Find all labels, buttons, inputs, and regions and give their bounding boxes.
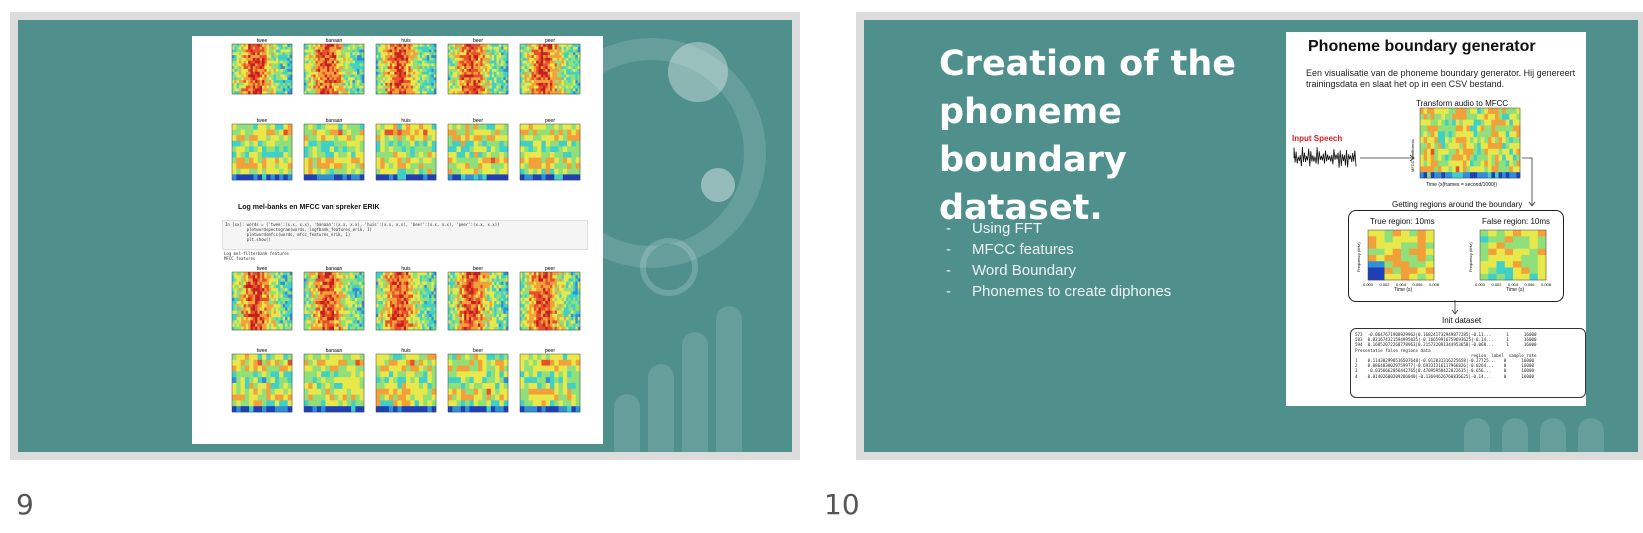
phoneme-boundary-figure: Phoneme boundary generator Een visualisa… (1286, 32, 1586, 406)
bullet-item: Using FFT (946, 218, 1171, 239)
spectrogram-plot (231, 123, 293, 181)
bullet-item: MFCC features (946, 239, 1171, 260)
spectrogram-plot (447, 43, 509, 95)
plot-word-label: twee (257, 38, 268, 44)
spectrogram-plot (303, 43, 365, 95)
spectrogram-plot (519, 123, 581, 181)
spectrogram-plot (519, 43, 581, 95)
decor-bar (716, 306, 742, 452)
spectrogram-plot (519, 271, 581, 331)
spectrogram-plot (231, 43, 293, 95)
spectrogram-plot (519, 353, 581, 413)
spectrogram-plot (303, 123, 365, 181)
slide-9: Log mel-banks en MFCC van spreker ERIK I… (18, 20, 792, 452)
spectrogram-plot (303, 271, 365, 331)
axis-label: MFCC coefficients (1410, 139, 1415, 172)
plot-word-label: twee (257, 118, 268, 124)
plot-word-label: huis (401, 348, 411, 354)
decor-bar (682, 332, 708, 452)
plot-word-label: banaan (326, 348, 343, 354)
false-region-label: False region: 10ms (1482, 217, 1551, 226)
plot-word-label: banaan (326, 118, 343, 124)
spectrogram-plot (303, 353, 365, 413)
spectrogram-plot (375, 43, 437, 95)
mfcc-xlabel: Time (x(frames = second/1000)) (1426, 182, 1498, 188)
transform-label: Transform audio to MFCC (1416, 99, 1509, 108)
plot-word-label: huis (401, 266, 411, 272)
plot-word-label: banaan (326, 266, 343, 272)
spectrogram-plot (447, 353, 509, 413)
spectrogram-plot (447, 271, 509, 331)
regions-label: Getting regions around the boundary (1392, 200, 1523, 209)
decor-bar (1502, 418, 1528, 452)
slide-thumbnail-10[interactable]: Creation of the phoneme boundary dataset… (856, 12, 1643, 460)
decor-circle-mid (701, 168, 735, 202)
spectrogram-grid: twee banaan huis beer peer twee banaan huis beer… (231, 38, 581, 413)
plot-word-label: peer (545, 348, 555, 354)
decor-bar (1578, 418, 1604, 452)
time-label-true: Time (s) (1394, 287, 1413, 293)
plot-word-label: peer (545, 118, 555, 124)
mfcc-heatmap (1419, 107, 1521, 179)
plot-word-label: huis (401, 38, 411, 44)
spectrogram-plot (447, 123, 509, 181)
plot-word-label: beer (473, 118, 483, 124)
slide-number-10: 10 (824, 488, 860, 521)
bullet-list: Using FFT MFCC features Word Boundary Ph… (946, 218, 1171, 302)
spectrogram-plot (375, 353, 437, 413)
slide-number-9: 9 (16, 488, 34, 521)
decor-circle-top (668, 42, 728, 102)
decor-circle-small (640, 238, 698, 296)
bullet-item: Phonemes to create diphones (946, 281, 1171, 302)
slide-thumbnail-9[interactable]: Log mel-banks en MFCC van spreker ERIK I… (10, 12, 800, 460)
spectrogram-plot (375, 123, 437, 181)
dataset-line: 4 0.01402600209286040|-0.136946267608366… (1355, 373, 1534, 379)
plot-word-label: twee (257, 348, 268, 354)
plot-word-label: huis (401, 118, 411, 124)
plot-word-label: peer (545, 38, 555, 44)
slide-title: Creation of the phoneme boundary dataset… (939, 44, 1237, 228)
plot-word-label: beer (473, 38, 483, 44)
true-region-label: True region: 10ms (1370, 217, 1435, 226)
spectrogram-plot (231, 271, 293, 331)
plot-word-label: peer (545, 266, 555, 272)
decor-bar (614, 394, 640, 452)
init-dataset-label: Init dataset (1442, 316, 1482, 325)
bullet-item: Word Boundary (946, 260, 1171, 281)
figure-title: Phoneme boundary generator (1308, 38, 1536, 55)
decor-bar (1464, 418, 1490, 452)
waveform (1293, 146, 1357, 168)
plot-word-label: beer (473, 266, 483, 272)
notebook-screenshot: Log mel-banks en MFCC van spreker ERIK I… (192, 36, 603, 444)
figure-description: Een visualisatie van de phoneme boundary… (1306, 68, 1576, 89)
time-label-false: Time (s) (1506, 287, 1525, 293)
plot-word-label: banaan (326, 38, 343, 44)
spectrogram-plot (375, 271, 437, 331)
decor-bar (1540, 418, 1566, 452)
decor-bar (648, 364, 674, 452)
dataset-table: 573 -0.0647671908929962|0.16824173294987… (1350, 328, 1586, 398)
input-speech-label: Input Speech (1292, 134, 1343, 143)
plot-word-label: beer (473, 348, 483, 354)
slide-10: Creation of the phoneme boundary dataset… (864, 20, 1638, 452)
plot-word-label: twee (257, 266, 268, 272)
spectrogram-plot (231, 353, 293, 413)
